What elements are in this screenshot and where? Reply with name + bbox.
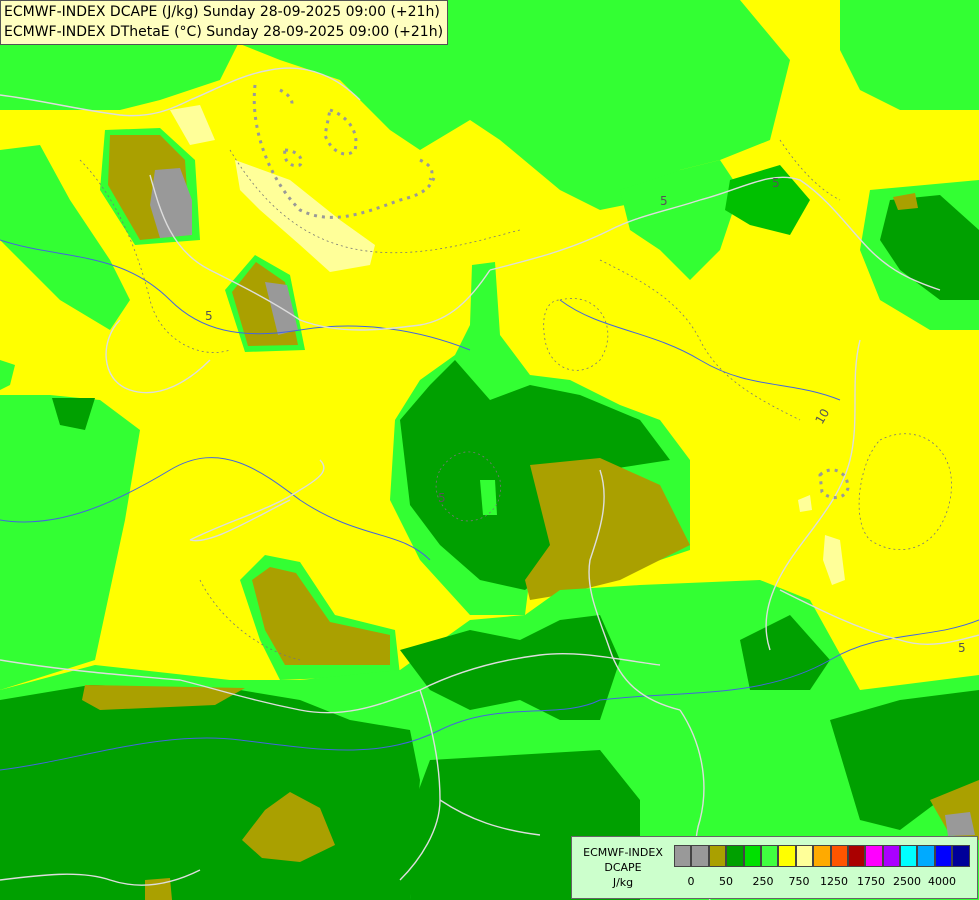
- legend-tick: 0: [687, 875, 695, 888]
- legend-title-line2: DCAPE: [604, 861, 642, 874]
- legend-swatch: [795, 845, 814, 867]
- map-title-box: ECMWF-INDEX DCAPE (J/kg) Sunday 28-09-20…: [0, 0, 449, 45]
- legend-tick: 4000: [928, 875, 956, 888]
- legend-tick: 50: [719, 875, 733, 888]
- legend-tick: 1250: [820, 875, 848, 888]
- contour-label: 5: [438, 491, 446, 505]
- legend-swatches: [674, 845, 970, 867]
- legend-swatch: [708, 845, 727, 867]
- legend-swatch: [760, 845, 779, 867]
- contour-label: 5: [772, 176, 780, 190]
- legend-swatch: [674, 845, 692, 867]
- legend-swatch: [743, 845, 761, 867]
- contour-label: 5: [958, 641, 966, 655]
- legend-tick: 2500: [893, 875, 921, 888]
- legend-tick: 250: [752, 875, 774, 888]
- title-dthetae: ECMWF-INDEX DThetaE (°C) Sunday 28-09-20…: [4, 24, 444, 40]
- legend-swatch: [865, 845, 883, 867]
- legend-swatch: [813, 845, 831, 867]
- dcape-legend: ECMWF-INDEX DCAPE J/kg 0 50 250 750 1250…: [571, 836, 978, 899]
- legend-unit: J/kg: [612, 876, 634, 889]
- weather-map: 5 5 5 5 10 5 ECMWF-INDEX DCAPE (J/kg) Su…: [0, 0, 979, 900]
- legend-swatch: [882, 845, 901, 867]
- legend-swatch: [847, 845, 866, 867]
- legend-title: ECMWF-INDEX DCAPE J/kg: [576, 845, 670, 890]
- legend-swatch: [726, 845, 744, 867]
- contour-label: 5: [660, 194, 668, 208]
- field-grey-southeast: [945, 812, 975, 836]
- contour-label: 5: [205, 309, 213, 323]
- legend-swatch: [778, 845, 796, 867]
- legend-tick: 750: [788, 875, 810, 888]
- legend-swatch: [934, 845, 953, 867]
- dcape-field: 5 5 5 5 10 5: [0, 0, 979, 900]
- legend-swatch: [900, 845, 918, 867]
- legend-title-line1: ECMWF-INDEX: [583, 846, 663, 859]
- legend-swatch: [952, 845, 970, 867]
- legend-swatch: [691, 845, 709, 867]
- legend-swatch: [830, 845, 848, 867]
- legend-tick: 1750: [857, 875, 885, 888]
- title-dcape: ECMWF-INDEX DCAPE (J/kg) Sunday 28-09-20…: [4, 4, 440, 20]
- legend-swatch: [917, 845, 935, 867]
